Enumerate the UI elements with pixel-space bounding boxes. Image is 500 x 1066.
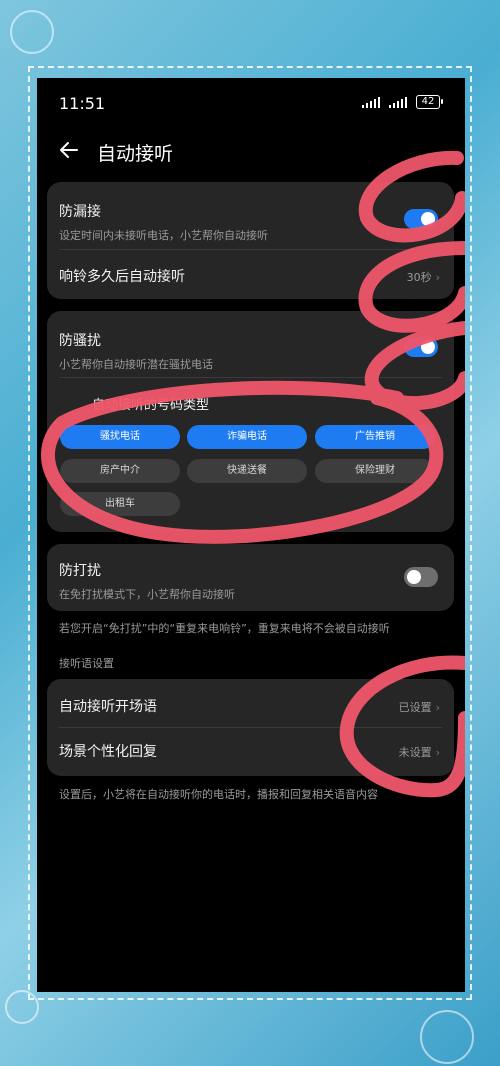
harassment-protection-card: 防骚扰 小艺帮你自动接听潜在骚扰电话 自动接听的号码类型 骚扰电话 诈骗电话 广… [47, 311, 454, 532]
greeting-section-label: 接听语设置 [59, 657, 114, 670]
scene-value-text: 未设置 [398, 746, 432, 759]
ring-duration-value-text: 30秒 [406, 271, 432, 284]
harassment-title: 防骚扰 [59, 333, 101, 349]
ring-duration-row[interactable]: 响铃多久后自动接听 [59, 266, 442, 286]
do-not-disturb-card: 防打扰 在免打扰模式下，小艺帮你自动接听 [47, 544, 454, 611]
chevron-right-icon: › [435, 746, 440, 759]
leak-protection-row: 防漏接 设定时间内未接听电话，小艺帮你自动接听 [59, 201, 442, 243]
divider [59, 249, 442, 250]
leak-protection-card: 防漏接 设定时间内未接听电话，小艺帮你自动接听 响铃多久后自动接听 30秒 › [47, 182, 454, 299]
chip-type-2[interactable]: 广告推销 [315, 425, 435, 449]
divider [59, 727, 442, 728]
opening-title: 自动接听开场语 [59, 699, 157, 715]
harassment-subtitle: 小艺帮你自动接听潜在骚扰电话 [59, 358, 213, 371]
background-doodle [10, 10, 54, 54]
divider [59, 377, 442, 378]
phone-screen: 11:51 42 自动接听 防漏接 设定时间内未接听电话，小艺帮你自动接听 响铃… [37, 78, 465, 992]
battery-icon: 42 [416, 95, 443, 109]
chip-type-4[interactable]: 快递送餐 [187, 459, 307, 483]
number-types-label: 自动接听的号码类型 [92, 398, 210, 413]
chip-type-1[interactable]: 诈骗电话 [187, 425, 307, 449]
background-doodle [420, 1010, 474, 1064]
dnd-row: 防打扰 在免打扰模式下，小艺帮你自动接听 [59, 560, 442, 602]
leak-protection-toggle[interactable] [404, 209, 438, 229]
leak-protection-title: 防漏接 [59, 204, 101, 220]
page-title: 自动接听 [97, 143, 174, 165]
back-arrow-icon[interactable] [57, 138, 81, 162]
dnd-note: 若您开启“免打扰”中的“重复来电响铃”，重复来电将不会被自动接听 [59, 622, 390, 635]
toggle-knob [407, 570, 421, 584]
leak-protection-subtitle: 设定时间内未接听电话，小艺帮你自动接听 [59, 229, 268, 242]
cellular-signal-icon [389, 96, 407, 108]
status-bar: 11:51 42 [37, 78, 465, 128]
clock: 11:51 [59, 94, 106, 113]
harassment-row: 防骚扰 小艺帮你自动接听潜在骚扰电话 [59, 330, 442, 372]
cellular-signal-icon [362, 96, 380, 108]
toggle-knob [421, 340, 435, 354]
scene-value[interactable]: 未设置 › [399, 744, 440, 760]
ring-duration-title: 响铃多久后自动接听 [59, 269, 185, 285]
chip-type-5[interactable]: 保险理财 [315, 459, 435, 483]
page-header: 自动接听 [37, 128, 465, 176]
toggle-knob [421, 212, 435, 226]
dnd-toggle[interactable] [404, 567, 438, 587]
opening-row[interactable]: 自动接听开场语 [59, 696, 442, 716]
scene-row[interactable]: 场景个性化回复 [59, 741, 442, 761]
chevron-right-icon: › [435, 271, 440, 284]
dnd-title: 防打扰 [59, 563, 101, 579]
ring-duration-value[interactable]: 30秒 › [407, 269, 440, 285]
opening-value-text: 已设置 [398, 701, 432, 714]
scene-title: 场景个性化回复 [59, 744, 157, 760]
harassment-toggle[interactable] [404, 337, 438, 357]
dnd-subtitle: 在免打扰模式下，小艺帮你自动接听 [59, 588, 235, 601]
greeting-card: 自动接听开场语 已设置 › 场景个性化回复 未设置 › [47, 679, 454, 776]
opening-value[interactable]: 已设置 › [399, 699, 440, 715]
chevron-right-icon: › [435, 701, 440, 714]
footer-note: 设置后，小艺将在自动接听你的电话时，播报和回复相关语音内容 [59, 788, 378, 801]
chip-type-0[interactable]: 骚扰电话 [60, 425, 180, 449]
chip-type-6[interactable]: 出租车 [60, 492, 180, 516]
chip-type-3[interactable]: 房产中介 [60, 459, 180, 483]
